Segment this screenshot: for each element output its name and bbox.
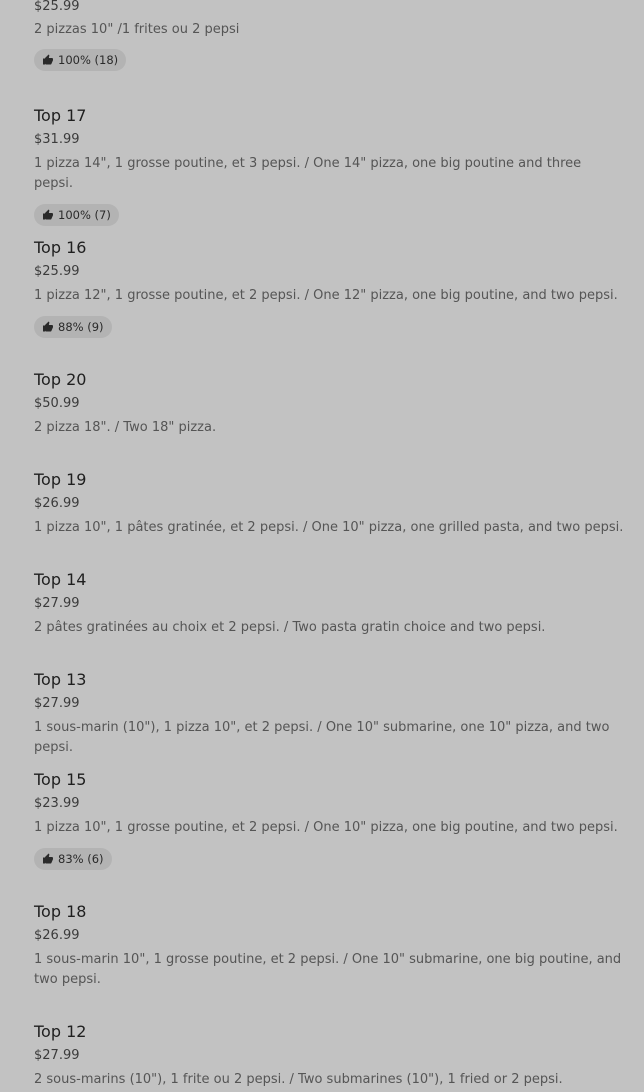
item-title: Top 14 [34, 570, 87, 589]
item-description: 2 pizza 18". / Two 18" pizza. [34, 420, 217, 435]
menu-item[interactable]: Top 13 $27.99 1 sous-marin (10"), 1 pizz… [34, 670, 624, 758]
menu-item[interactable]: Top 16 $25.99 1 pizza 12", 1 grosse pout… [34, 238, 624, 338]
item-description: 2 pizzas 10" /1 frites ou 2 pepsi [34, 22, 240, 37]
item-price: $27.99 [34, 696, 80, 711]
item-price: $25.99 [34, 264, 80, 279]
menu-item[interactable]: Top 15 $23.99 1 pizza 10", 1 grosse pout… [34, 770, 624, 870]
rating-badge: 88% (9) [34, 316, 112, 338]
item-title: Top 16 [34, 238, 87, 257]
rating-text: 100% (7) [58, 208, 111, 222]
menu-item[interactable]: Top 17 $31.99 1 pizza 14", 1 grosse pout… [34, 106, 624, 226]
item-title: Top 19 [34, 470, 87, 489]
rating-text: 83% (6) [58, 852, 104, 866]
item-price: $25.99 [34, 0, 80, 14]
item-price: $26.99 [34, 928, 80, 943]
rating-badge: 100% (7) [34, 204, 119, 226]
rating-badge: 100% (18) [34, 49, 127, 71]
menu-item[interactable]: $25.99 2 pizzas 10" /1 frites ou 2 pepsi… [34, 0, 624, 71]
item-title: Top 17 [34, 106, 87, 125]
item-description: 1 pizza 10", 1 grosse poutine, et 2 peps… [34, 820, 618, 835]
thumbs-up-icon [42, 321, 54, 333]
item-description: 1 pizza 12", 1 grosse poutine, et 2 peps… [34, 288, 618, 303]
thumbs-up-icon [42, 54, 54, 66]
item-description: 1 pizza 14", 1 grosse poutine, et 3 peps… [34, 156, 582, 191]
item-price: $31.99 [34, 132, 80, 147]
menu-item[interactable]: Top 12 $27.99 2 sous-marins (10"), 1 fri… [34, 1022, 624, 1090]
item-price: $23.99 [34, 796, 80, 811]
menu-item[interactable]: Top 20 $50.99 2 pizza 18". / Two 18" piz… [34, 370, 624, 438]
thumbs-up-icon [42, 209, 54, 221]
menu-item[interactable]: Top 19 $26.99 1 pizza 10", 1 pâtes grati… [34, 470, 624, 538]
item-price: $27.99 [34, 1048, 80, 1063]
item-price: $27.99 [34, 596, 80, 611]
item-price: $50.99 [34, 396, 80, 411]
item-title: Top 13 [34, 670, 87, 689]
rating-badge: 83% (6) [34, 848, 112, 870]
rating-text: 100% (18) [58, 53, 119, 67]
item-description: 2 sous-marins (10"), 1 frite ou 2 pepsi.… [34, 1072, 563, 1087]
item-title: Top 20 [34, 370, 87, 389]
item-description: 1 sous-marin (10"), 1 pizza 10", et 2 pe… [34, 720, 610, 755]
menu-item[interactable]: Top 14 $27.99 2 pâtes gratinées au choix… [34, 570, 624, 638]
item-title: Top 15 [34, 770, 87, 789]
item-description: 1 sous-marin 10", 1 grosse poutine, et 2… [34, 952, 622, 987]
menu-item[interactable]: Top 18 $26.99 1 sous-marin 10", 1 grosse… [34, 902, 624, 990]
item-title: Top 12 [34, 1022, 87, 1041]
rating-text: 88% (9) [58, 320, 104, 334]
item-description: 2 pâtes gratinées au choix et 2 pepsi. /… [34, 620, 546, 635]
item-price: $26.99 [34, 496, 80, 511]
thumbs-up-icon [42, 853, 54, 865]
item-title: Top 18 [34, 902, 87, 921]
item-description: 1 pizza 10", 1 pâtes gratinée, et 2 peps… [34, 520, 624, 535]
